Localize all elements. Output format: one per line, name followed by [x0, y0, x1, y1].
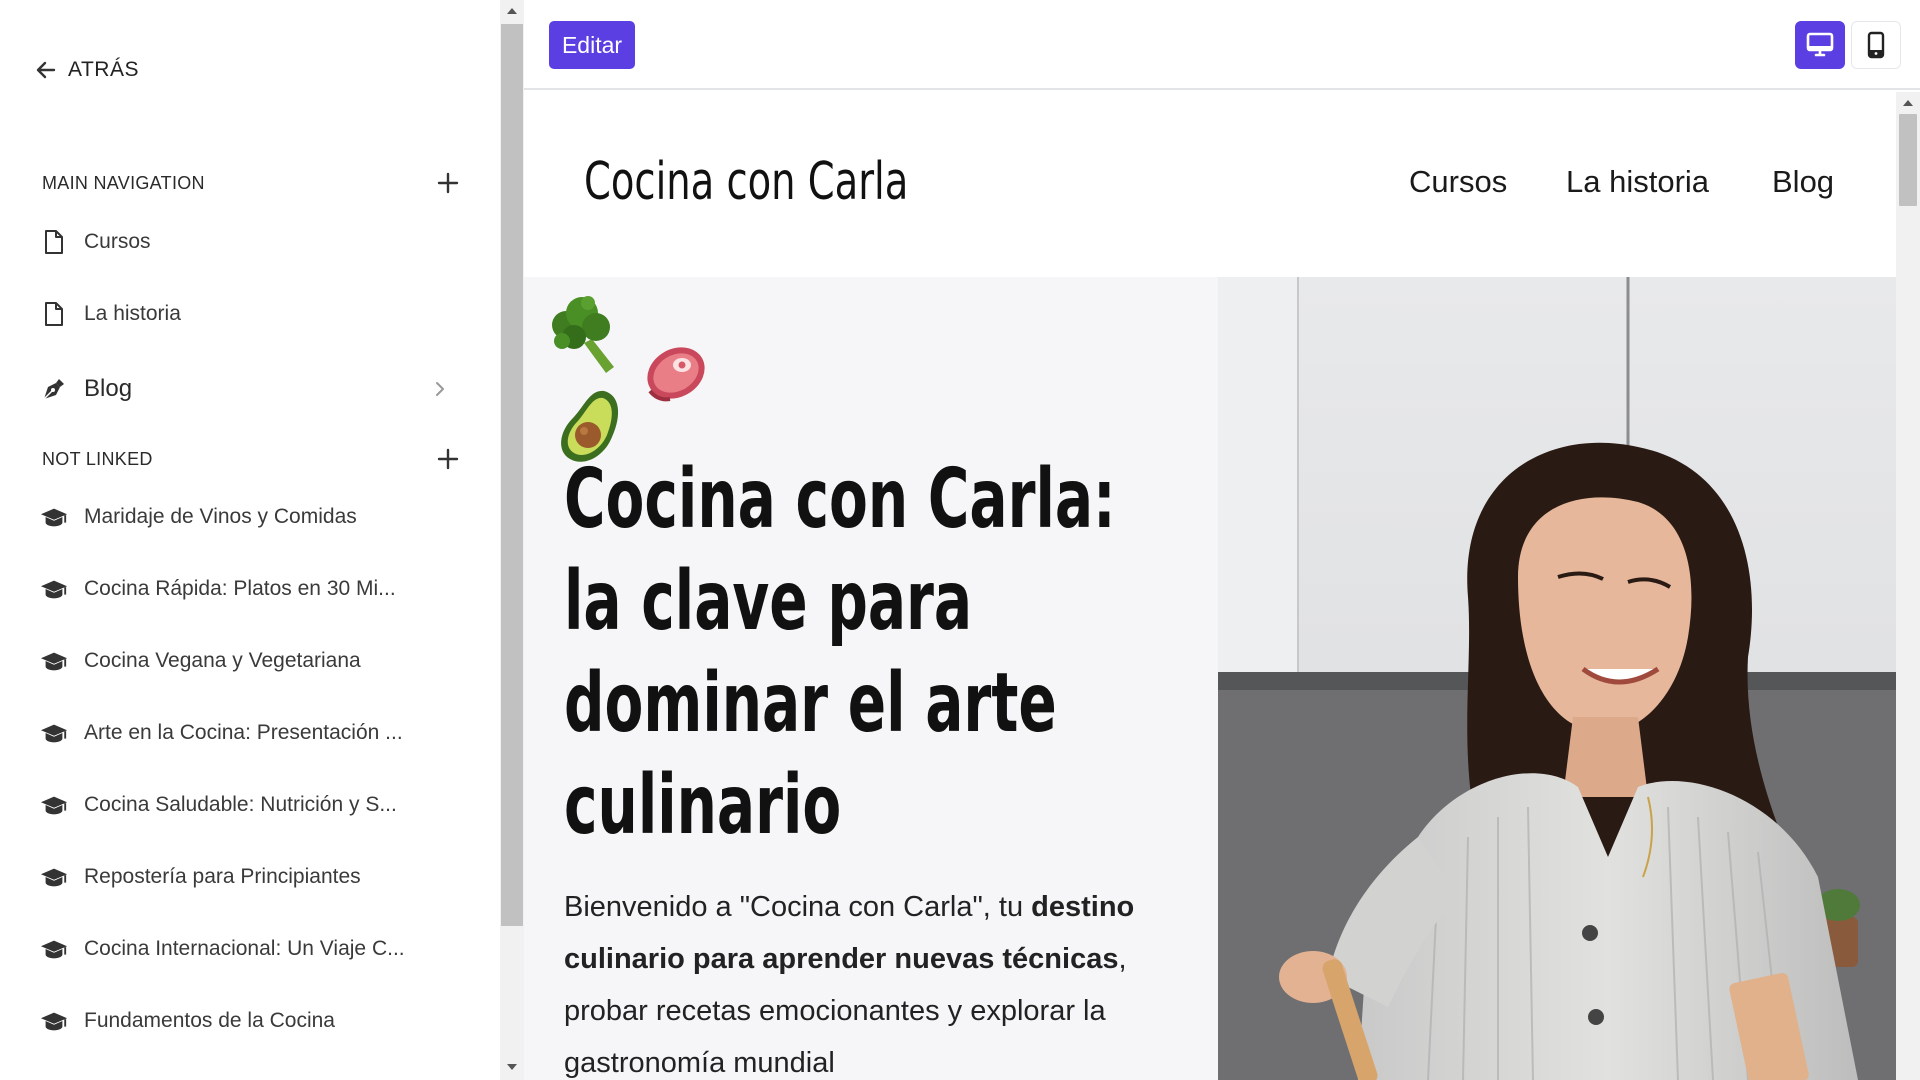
sidebar-item-unlinked-page[interactable]: Arte en la Cocina: Presentación ...	[40, 713, 460, 753]
hero-title-line: dominar el arte	[564, 656, 1057, 751]
sidebar-item-label: Cursos	[84, 230, 151, 253]
sidebar-item-unlinked-page[interactable]: Cocina Saludable: Nutrición y S...	[40, 785, 460, 825]
plus-icon	[437, 172, 459, 194]
sidebar-item-unlinked-page[interactable]: Cocina Internacional: Un Viaje C...	[40, 929, 460, 969]
sidebar-item-unlinked-page[interactable]: Fundamentos de la Cocina	[40, 1001, 460, 1041]
back-label: ATRÁS	[68, 58, 139, 81]
preview-scrollbar[interactable]	[1896, 92, 1920, 1080]
sidebar-item-label: Cocina Saludable: Nutrición y S...	[84, 793, 397, 816]
sidebar-item-la-historia[interactable]: La historia	[40, 294, 460, 334]
hero-title: Cocina con Carla: la clave para dominar …	[564, 449, 1116, 857]
graduation-cap-icon	[40, 1007, 68, 1035]
sidebar-item-label: Cocina Rápida: Platos en 30 Mi...	[84, 577, 396, 600]
sidebar-item-unlinked-page[interactable]: Cocina Rápida: Platos en 30 Mi...	[40, 569, 460, 609]
site-nav-blog[interactable]: Blog	[1772, 164, 1834, 200]
sidebar: ATRÁS MAIN NAVIGATION Cursos La historia…	[0, 0, 500, 1080]
sidebar-item-label: La historia	[84, 302, 181, 325]
preview-toolbar: Editar	[524, 0, 1920, 90]
sidebar-item-cursos[interactable]: Cursos	[40, 222, 460, 262]
pen-nib-icon	[40, 375, 68, 403]
broccoli-icon	[552, 296, 614, 373]
desktop-icon	[1806, 32, 1834, 57]
site-logo[interactable]: Cocina con Carla	[584, 152, 908, 212]
site-header: Cocina con Carla Cursos La historia Blog	[524, 92, 1896, 277]
graduation-cap-icon	[40, 935, 68, 963]
hero-photo	[1218, 277, 1896, 1080]
main-navigation-title: MAIN NAVIGATION	[42, 172, 205, 193]
chevron-right-icon[interactable]	[428, 377, 452, 401]
back-button[interactable]: ATRÁS	[34, 58, 139, 82]
graduation-cap-icon	[40, 719, 68, 747]
scroll-up-arrow-icon[interactable]	[1903, 100, 1913, 106]
not-linked-header: NOT LINKED	[42, 445, 462, 473]
hero-text-panel: Cocina con Carla: la clave para dominar …	[524, 277, 1218, 1080]
scroll-down-arrow-icon[interactable]	[507, 1064, 517, 1070]
sidebar-item-label: Arte en la Cocina: Presentación ...	[84, 721, 403, 744]
hero-title-line: la clave para	[564, 554, 973, 649]
add-unlinked-page-button[interactable]	[434, 445, 462, 473]
main-navigation-header: MAIN NAVIGATION	[42, 169, 462, 197]
scroll-up-arrow-icon[interactable]	[507, 8, 517, 14]
not-linked-title: NOT LINKED	[42, 448, 153, 469]
edit-button[interactable]: Editar	[549, 21, 635, 69]
mobile-view-button[interactable]	[1851, 21, 1901, 69]
sidebar-item-unlinked-page[interactable]: Maridaje de Vinos y Comidas	[40, 497, 460, 537]
preview-pane: Editar Cocina con Carla Cursos La histor…	[524, 0, 1920, 1080]
graduation-cap-icon	[40, 791, 68, 819]
sidebar-item-label: Blog	[84, 375, 133, 402]
mobile-icon	[1867, 31, 1885, 59]
graduation-cap-icon	[40, 575, 68, 603]
sidebar-item-label: Repostería para Principiantes	[84, 865, 361, 888]
preview-scrollbar-thumb[interactable]	[1899, 114, 1917, 206]
page-icon	[40, 228, 68, 256]
hero-text-intro: Bienvenido a "Cocina con Carla", tu	[564, 891, 1032, 923]
sidebar-item-unlinked-page[interactable]: Cocina Vegana y Vegetariana	[40, 641, 460, 681]
hero-description: Bienvenido a "Cocina con Carla", tu dest…	[564, 881, 1144, 1080]
desktop-view-button[interactable]	[1795, 21, 1845, 69]
sidebar-item-blog[interactable]: Blog	[40, 369, 460, 409]
sidebar-item-unlinked-page[interactable]: Repostería para Principiantes	[40, 857, 460, 897]
steak-icon	[647, 347, 705, 402]
site-preview-frame: Cocina con Carla Cursos La historia Blog	[524, 92, 1896, 1080]
site-nav-la-historia[interactable]: La historia	[1566, 164, 1709, 200]
plus-icon	[437, 448, 459, 470]
arrow-left-icon	[36, 61, 56, 79]
graduation-cap-icon	[40, 647, 68, 675]
page-icon	[40, 300, 68, 328]
woman-cooking-photo	[1218, 277, 1896, 1080]
sidebar-item-label: Cocina Internacional: Un Viaje C...	[84, 937, 405, 960]
hero-title-line: culinario	[564, 758, 842, 853]
sidebar-item-label: Cocina Vegana y Vegetariana	[84, 649, 361, 672]
sidebar-scrollbar-thumb[interactable]	[501, 24, 523, 926]
graduation-cap-icon	[40, 863, 68, 891]
add-main-nav-item-button[interactable]	[434, 169, 462, 197]
sidebar-item-label: Fundamentos de la Cocina	[84, 1009, 335, 1032]
hero-title-line: Cocina con Carla:	[564, 452, 1116, 547]
sidebar-item-label: Maridaje de Vinos y Comidas	[84, 505, 357, 528]
graduation-cap-icon	[40, 503, 68, 531]
site-nav-cursos[interactable]: Cursos	[1409, 164, 1507, 200]
